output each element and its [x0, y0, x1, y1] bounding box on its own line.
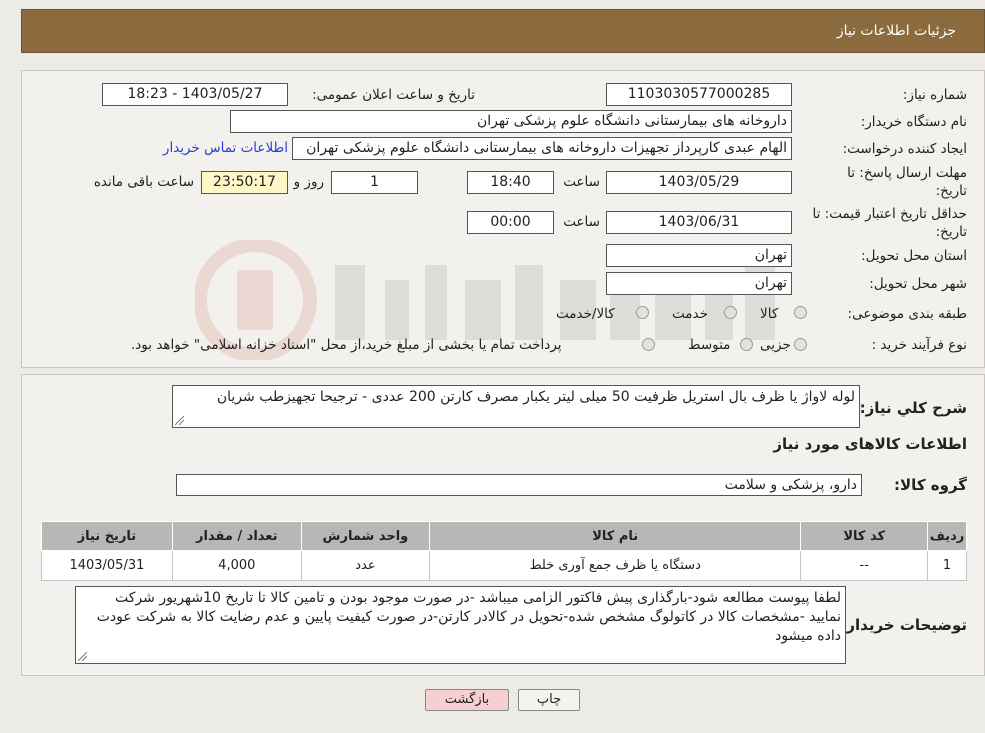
resize-grip-icon[interactable]	[175, 416, 184, 425]
need-number-field[interactable]: 1103030577000285	[606, 83, 792, 106]
resize-grip-icon[interactable]	[78, 652, 87, 661]
announce-datetime-label: تاریخ و ساعت اعلان عمومی:	[312, 87, 475, 103]
response-deadline-label-date: تاریخ:	[935, 183, 967, 199]
remaining-label: ساعت باقی مانده	[93, 174, 194, 190]
purchase-type-label: نوع فرآیند خرید :	[871, 337, 967, 353]
category-radio-goods[interactable]	[794, 306, 807, 319]
delivery-province-field[interactable]: تهران	[606, 244, 792, 267]
response-time-field[interactable]: 18:40	[467, 171, 554, 194]
col-need-date: تاریخ نیاز	[41, 521, 173, 551]
col-quantity: تعداد / مقدار	[171, 521, 302, 551]
purchase-radio-minor[interactable]	[794, 338, 807, 351]
delivery-city-field[interactable]: تهران	[606, 272, 792, 295]
goods-group-label: گروه کالا:	[894, 476, 967, 494]
requester-label: ایجاد کننده درخواست:	[842, 141, 967, 157]
summary-field[interactable]: لوله لاواژ یا ظرف بال استریل ظرفیت 50 می…	[172, 385, 860, 428]
requester-field[interactable]: الهام عبدی کارپرداز تجهیزات داروخانه های…	[292, 137, 792, 160]
response-deadline-date-field[interactable]: 1403/05/29	[606, 171, 792, 194]
buyer-notes-text: لطفا پیوست مطالعه شود-بارگذاری پیش فاکتو…	[96, 590, 841, 644]
buyer-notes-field[interactable]: لطفا پیوست مطالعه شود-بارگذاری پیش فاکتو…	[75, 586, 846, 664]
delivery-province-label: استان محل تحویل:	[861, 248, 967, 264]
cell-unit: عدد	[300, 550, 431, 581]
delivery-city-label: شهر محل تحویل:	[869, 276, 967, 292]
items-table: ردیف کد کالا نام کالا واحد شمارش تعداد /…	[41, 521, 967, 581]
col-item-code: کد کالا	[800, 521, 929, 551]
price-validity-label: حداقل تاریخ اعتبار قیمت: تا	[812, 206, 967, 222]
page-title: جزئیات اطلاعات نیاز	[836, 23, 956, 39]
treasury-checkbox[interactable]	[642, 338, 655, 351]
page-header: جزئیات اطلاعات نیاز	[21, 9, 985, 53]
print-button[interactable]: چاپ	[518, 689, 580, 711]
cell-item-name: دستگاه یا ظرف جمع آوری خلط	[429, 550, 802, 581]
purchase-option-minor: جزیی	[760, 337, 791, 353]
category-option-goods-service: کالا/خدمت	[556, 306, 615, 322]
response-deadline-label: مهلت ارسال پاسخ: تا	[847, 165, 967, 181]
purchase-radio-medium[interactable]	[740, 338, 753, 351]
price-validity-time-label: ساعت	[563, 214, 600, 230]
buyer-org-field[interactable]: داروخانه های بیمارستانی دانشگاه علوم پزش…	[230, 110, 792, 133]
announce-datetime-field[interactable]: 1403/05/27 - 18:23	[102, 83, 288, 106]
summary-label: شرح کلي نياز:	[859, 399, 967, 417]
price-validity-time-field[interactable]: 00:00	[467, 211, 554, 234]
cell-row-number: 1	[927, 550, 967, 581]
need-number-label: شماره نیاز:	[902, 87, 967, 103]
remaining-time-field: 23:50:17	[201, 171, 288, 194]
treasury-note: پرداخت تمام یا بخشی از مبلغ خرید،از محل …	[131, 337, 562, 353]
cell-need-date: 1403/05/31	[41, 550, 173, 581]
cell-quantity: 4,000	[171, 550, 302, 581]
buyer-org-label: نام دستگاه خریدار:	[860, 114, 967, 130]
response-time-label: ساعت	[563, 174, 600, 190]
table-header-row: ردیف کد کالا نام کالا واحد شمارش تعداد /…	[41, 521, 967, 551]
cell-item-code: --	[800, 550, 929, 581]
category-radio-goods-service[interactable]	[636, 306, 649, 319]
buyer-notes-label: توضیحات خریدار:	[840, 616, 967, 634]
items-section-title: اطلاعات کالاهای مورد نیاز	[773, 435, 967, 453]
category-label: طبقه بندی موضوعی:	[847, 306, 967, 322]
col-row-number: ردیف	[927, 521, 967, 551]
category-radio-service[interactable]	[724, 306, 737, 319]
price-validity-date-field[interactable]: 1403/06/31	[606, 211, 792, 234]
col-item-name: نام کالا	[429, 521, 802, 551]
category-option-goods: کالا	[760, 306, 779, 322]
remaining-days-field[interactable]: 1	[331, 171, 418, 194]
col-unit: واحد شمارش	[300, 521, 431, 551]
price-validity-label-date: تاریخ:	[935, 224, 967, 240]
buyer-contact-link[interactable]: اطلاعات تماس خریدار	[163, 140, 288, 156]
purchase-option-medium: متوسط	[688, 337, 731, 353]
back-button[interactable]: بازگشت	[425, 689, 509, 711]
days-label: روز و	[293, 174, 324, 190]
category-option-service: خدمت	[672, 306, 708, 322]
summary-text: لوله لاواژ یا ظرف بال استریل ظرفیت 50 می…	[216, 389, 855, 405]
goods-group-field[interactable]: دارو، پزشکی و سلامت	[176, 474, 862, 496]
table-row[interactable]: 1 -- دستگاه یا ظرف جمع آوری خلط عدد 4,00…	[41, 550, 967, 581]
